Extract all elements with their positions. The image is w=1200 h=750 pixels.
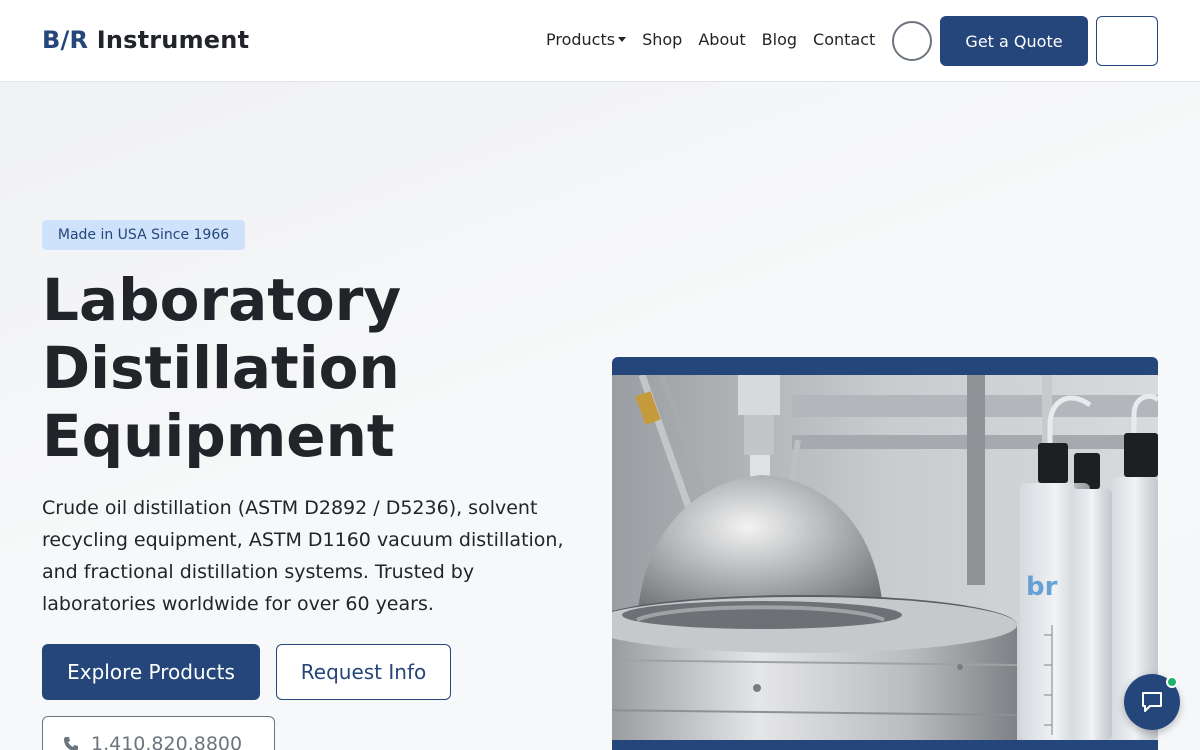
nav-item-products[interactable]: Products (546, 30, 627, 50)
nav-item-blog[interactable]: Blog (762, 30, 797, 50)
hero-title: Laboratory Distillation Equipment (42, 266, 582, 470)
nav-item-label: Products (546, 30, 616, 49)
get-quote-button[interactable]: Get a Quote (940, 16, 1088, 66)
request-info-button[interactable]: Request Info (276, 644, 451, 700)
chat-bubble-icon (1142, 692, 1162, 712)
phone-icon (64, 737, 78, 750)
hero-title-line: Laboratory (42, 266, 402, 334)
hero-title-line: Distillation (42, 334, 400, 402)
nav-item-about[interactable]: About (698, 30, 745, 50)
nav-item-shop[interactable]: Shop (642, 30, 682, 50)
phone-number: 1.410.820.8800 (91, 733, 243, 750)
hero-title-line: Equipment (42, 402, 395, 470)
product-photo-frame: br (612, 357, 1158, 750)
main-nav: Products Shop About Blog Contact (546, 30, 891, 50)
distillation-apparatus-photo: br (612, 375, 1158, 740)
hero-description: Crude oil distillation (ASTM D2892 / D52… (42, 497, 564, 615)
explore-products-button[interactable]: Explore Products (42, 644, 260, 700)
chevron-down-icon (618, 37, 627, 42)
made-in-usa-badge: Made in USA Since 1966 (42, 220, 245, 250)
brand-logo[interactable]: B/R Instrument (42, 26, 249, 54)
site-header: B/R Instrument Products Shop About Blog … (0, 0, 1200, 82)
online-status-dot (1166, 676, 1178, 688)
theme-toggle-button[interactable] (892, 21, 932, 61)
phone-button[interactable]: 1.410.820.8800 (42, 716, 275, 750)
menu-button[interactable] (1096, 16, 1158, 66)
brand-accent: B/R (42, 26, 89, 54)
svg-text:br: br (1026, 572, 1058, 602)
brand-name: Instrument (96, 26, 250, 54)
nav-item-contact[interactable]: Contact (813, 30, 875, 50)
